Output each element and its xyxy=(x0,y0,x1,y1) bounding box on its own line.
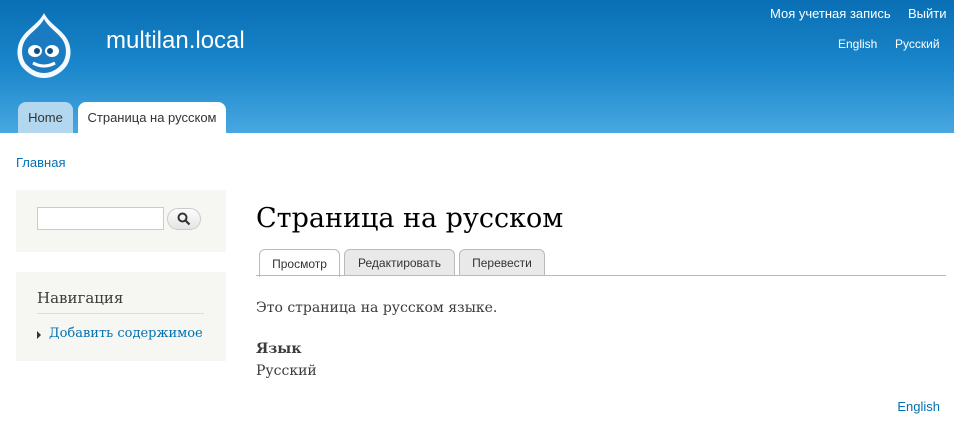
tab-edit[interactable]: Редактировать xyxy=(344,249,455,276)
nav-item-add-content[interactable]: Добавить содержимое xyxy=(49,326,203,341)
logout-link[interactable]: Выйти xyxy=(908,6,947,21)
tabs-divider xyxy=(256,275,946,276)
field-language-label: Язык xyxy=(256,341,302,357)
search-button[interactable] xyxy=(167,208,201,230)
search-block xyxy=(16,190,226,252)
tab-translate[interactable]: Перевести xyxy=(459,249,545,276)
main-menu-tab-russian-page[interactable]: Страница на русском xyxy=(78,102,226,133)
site-name[interactable]: multilan.local xyxy=(106,27,245,55)
navigation-block-title: Навигация xyxy=(37,289,204,314)
node-body: Это страница на русском языке. xyxy=(256,300,498,316)
drupal-logo-icon[interactable] xyxy=(13,11,75,79)
field-language-value: Русский xyxy=(256,363,317,379)
language-russian-link[interactable]: Русский xyxy=(895,37,940,51)
site-header: multilan.local Моя учетная запись Выйти … xyxy=(0,0,954,133)
translation-link-english[interactable]: English xyxy=(897,399,940,414)
navigation-block: Навигация Добавить содержимое xyxy=(16,272,226,361)
search-input[interactable] xyxy=(37,207,164,230)
page-title: Страница на русском xyxy=(256,203,564,234)
search-icon xyxy=(177,212,191,226)
my-account-link[interactable]: Моя учетная запись xyxy=(770,6,891,21)
language-english-link[interactable]: English xyxy=(838,37,877,51)
tab-view[interactable]: Просмотр xyxy=(259,249,340,277)
breadcrumb-home-link[interactable]: Главная xyxy=(16,155,65,170)
bullet-icon xyxy=(37,331,41,339)
main-menu-tab-home[interactable]: Home xyxy=(18,102,73,133)
